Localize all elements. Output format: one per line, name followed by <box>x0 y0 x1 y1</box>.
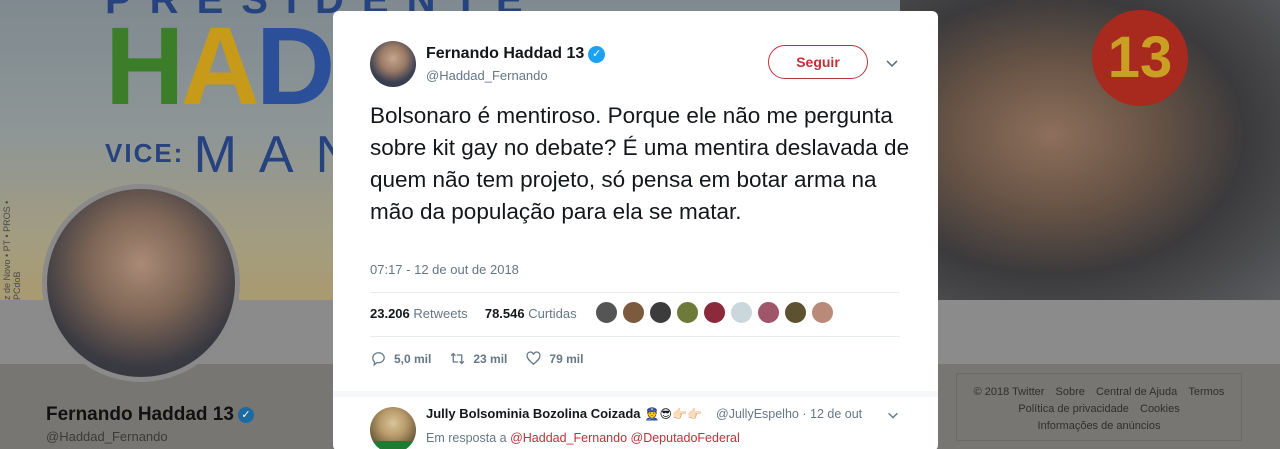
reply-context-prefix: Em resposta a <box>426 431 507 445</box>
footer-link[interactable]: Política de privacidade <box>1018 403 1129 415</box>
liker-avatar[interactable] <box>595 301 618 324</box>
tweet-text: Bolsonaro é mentiroso. Porque ele não me… <box>370 103 910 224</box>
mention-link[interactable]: @DeputadoFederal <box>631 431 740 445</box>
separator-dot: · <box>802 407 807 421</box>
retweets-label[interactable]: Retweets <box>413 306 467 321</box>
author-avatar[interactable] <box>370 41 416 87</box>
tweet-stats: 23.206 Retweets 78.546 Curtidas <box>370 306 577 321</box>
heart-icon <box>526 351 541 365</box>
liker-avatar[interactable] <box>811 301 834 324</box>
footer-link[interactable]: Central de Ajuda <box>1096 386 1177 398</box>
likes-label[interactable]: Curtidas <box>528 306 576 321</box>
tweet-timestamp[interactable]: 07:17 - 12 de out de 2018 <box>370 262 519 277</box>
reply-count: 5,0 mil <box>394 351 432 366</box>
footer-link[interactable]: Sobre <box>1056 386 1085 398</box>
divider <box>370 336 900 337</box>
liker-avatar[interactable] <box>703 301 726 324</box>
like-count: 79 mil <box>549 351 584 366</box>
reply-author-handle[interactable]: @JullyEspelho <box>716 407 799 421</box>
liker-avatar[interactable] <box>784 301 807 324</box>
liker-avatar[interactable] <box>676 301 699 324</box>
footer-link[interactable]: Cookies <box>1140 403 1180 415</box>
mention-link[interactable]: @Haddad_Fernando <box>510 431 627 445</box>
tweet-actions: 5,0 mil 23 mil 79 mil <box>370 350 583 367</box>
author-handle[interactable]: @Haddad_Fernando <box>426 68 548 83</box>
reply-author-name[interactable]: Jully Bolsominia Bozolina Coizada 👮😎👉🏻👉🏻 <box>426 406 702 421</box>
tweet-modal: Fernando Haddad 13 ✓ @Haddad_Fernando Seg… <box>333 11 938 449</box>
liker-avatar[interactable] <box>649 301 672 324</box>
retweets-count[interactable]: 23.206 <box>370 306 410 321</box>
reply-icon <box>372 352 385 367</box>
profile-name: Fernando Haddad 13 ✓ <box>46 404 254 426</box>
divider <box>370 292 900 293</box>
footer-copyright: © 2018 Twitter <box>973 386 1045 398</box>
retweet-count: 23 mil <box>473 351 508 366</box>
reply-meta: @JullyEspelho · 12 de out <box>716 407 862 421</box>
footer-link[interactable]: Informações de anúncios <box>1038 420 1161 432</box>
likes-count[interactable]: 78.546 <box>485 306 525 321</box>
retweet-button[interactable]: 23 mil <box>449 350 507 367</box>
chevron-down-icon[interactable] <box>884 55 900 71</box>
verified-icon: ✓ <box>237 407 254 423</box>
liker-avatar[interactable] <box>730 301 753 324</box>
banner-side-text: z de Novo • PT • PROS • PCdoB <box>2 200 22 300</box>
profile-handle: @Haddad_Fernando <box>46 429 168 444</box>
retweet-icon <box>451 352 465 365</box>
reply-date[interactable]: 12 de out <box>810 407 862 421</box>
liker-avatar[interactable] <box>622 301 645 324</box>
reply-context: Em resposta a @Haddad_Fernando @Deputado… <box>426 431 740 445</box>
footer-links: © 2018 Twitter Sobre Central de Ajuda Te… <box>956 373 1242 441</box>
banner-photo <box>900 0 1280 300</box>
footer-link[interactable]: Termos <box>1188 386 1224 398</box>
reply-button[interactable]: 5,0 mil <box>370 350 431 367</box>
reply-author-avatar[interactable] <box>370 407 416 449</box>
reply-emoji: 👮😎👉🏻👉🏻 <box>644 407 702 421</box>
follow-button[interactable]: Seguir <box>768 45 868 79</box>
author-name[interactable]: Fernando Haddad 13 ✓ <box>426 45 606 63</box>
verified-icon: ✓ <box>588 46 606 63</box>
chevron-down-icon[interactable] <box>886 408 900 422</box>
like-button[interactable]: 79 mil <box>525 350 583 367</box>
profile-avatar[interactable] <box>42 184 240 382</box>
liker-avatar[interactable] <box>757 301 780 324</box>
banner-number-badge: 13 <box>1092 10 1188 106</box>
replies-separator <box>333 391 938 397</box>
